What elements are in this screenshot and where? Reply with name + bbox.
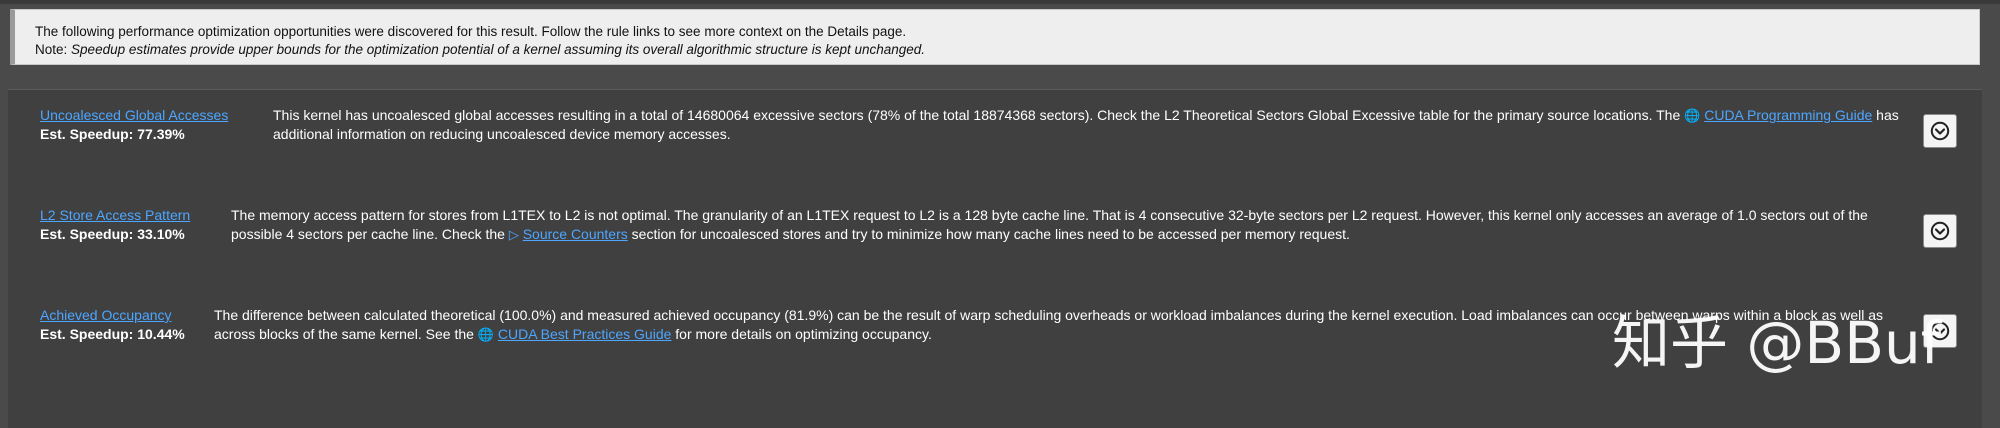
rule-link[interactable]: Uncoalesced Global Accesses (40, 106, 228, 125)
rule-description: The difference between calculated theore… (214, 306, 1884, 344)
note-label: Note: (35, 42, 68, 57)
source-counters-link[interactable]: Source Counters (523, 226, 628, 242)
desc-text: for more details on optimizing occupancy… (671, 326, 932, 342)
cuda-programming-guide-link[interactable]: CUDA Programming Guide (1704, 107, 1872, 123)
chevron-down-circle-icon (1930, 221, 1950, 241)
performance-notice: The following performance optimization o… (10, 9, 1980, 65)
globe-icon: 🌐 (477, 327, 494, 342)
rule-description: The memory access pattern for stores fro… (231, 206, 1881, 244)
rule-description: This kernel has uncoalesced global acces… (273, 106, 1943, 144)
rule-speedup: Est. Speedup: 10.44% (40, 326, 185, 342)
top-edge (0, 0, 2000, 4)
desc-text: The difference between calculated theore… (214, 307, 1884, 342)
cuda-best-practices-guide-link[interactable]: CUDA Best Practices Guide (498, 326, 672, 342)
rule-link[interactable]: Achieved Occupancy (40, 306, 172, 325)
arrow-icon: ▷ (508, 227, 519, 242)
desc-text: This kernel has uncoalesced global acces… (273, 107, 1685, 123)
rule-speedup: Est. Speedup: 77.39% (40, 126, 185, 142)
desc-text: section for uncoalesced stores and try t… (627, 226, 1350, 242)
notice-note: Note: Speedup estimates provide upper bo… (35, 41, 1979, 59)
rule-link[interactable]: L2 Store Access Pattern (40, 206, 190, 225)
expand-button[interactable] (1923, 114, 1957, 148)
notice-line: The following performance optimization o… (35, 24, 907, 39)
rule-speedup: Est. Speedup: 33.10% (40, 226, 185, 242)
chevron-down-circle-icon (1930, 121, 1950, 141)
rules-panel: Uncoalesced Global Accesses Est. Speedup… (8, 89, 1982, 428)
expand-button[interactable] (1923, 314, 1957, 348)
globe-icon: 🌐 (1684, 108, 1701, 123)
note-text: Speedup estimates provide upper bounds f… (71, 42, 926, 57)
expand-button[interactable] (1923, 214, 1957, 248)
chevron-down-circle-icon (1930, 321, 1950, 341)
